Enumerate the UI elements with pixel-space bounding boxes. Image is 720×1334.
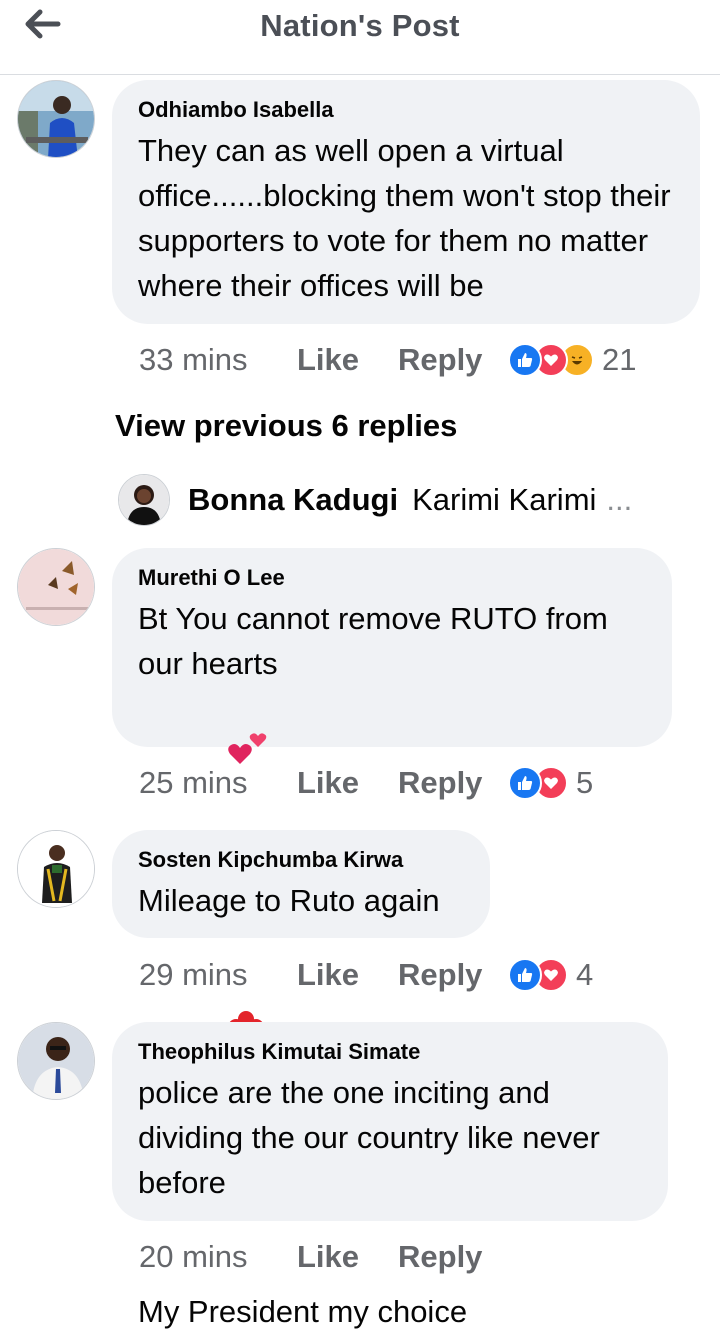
reactions-summary[interactable]: 21 — [508, 342, 636, 378]
page-title: Nation's Post — [260, 8, 460, 43]
reply-button[interactable]: Reply — [398, 957, 508, 993]
comment-author[interactable]: Murethi O Lee — [138, 564, 646, 592]
avatar[interactable] — [17, 830, 95, 908]
comment-bubble: Theophilus Kimutai Simate police are the… — [112, 1022, 668, 1221]
comment-actions: 20 mins Like Reply — [139, 1237, 508, 1277]
reactions-summary[interactable]: 4 — [508, 957, 593, 993]
reaction-count: 21 — [602, 342, 637, 377]
like-reaction-icon — [508, 958, 542, 992]
avatar[interactable] — [17, 1022, 95, 1100]
comment-bubble: Murethi O Lee Bt You cannot remove RUTO … — [112, 548, 672, 1329]
reply-ellipsis: ... — [606, 482, 633, 517]
comment-actions: 25 mins Like Reply 5 — [139, 763, 593, 803]
reactions-summary[interactable]: 5 — [508, 765, 593, 801]
like-reaction-icon — [508, 343, 542, 377]
reply-author: Bonna Kadugi — [188, 482, 399, 517]
avatar[interactable] — [17, 548, 95, 626]
reply-button[interactable]: Reply — [398, 342, 508, 378]
two-hearts-icon — [174, 686, 270, 824]
like-button[interactable]: Like — [297, 1239, 398, 1275]
comment-text: They can as well open a virtual office..… — [138, 133, 680, 303]
comment-text: police are the one inciting and dividing… — [138, 1075, 609, 1200]
comment-bubble: Odhiambo Isabella They can as well open … — [112, 80, 700, 324]
comment-actions: 33 mins Like Reply 21 — [139, 340, 636, 380]
comment-actions: 29 mins Like Reply 4 — [139, 955, 593, 995]
comment-time[interactable]: 29 mins — [139, 957, 297, 993]
comment-time[interactable]: 20 mins — [139, 1239, 297, 1275]
comment-text-segment: our hearts — [138, 646, 278, 681]
comment-bubble: Sosten Kipchumba Kirwa Mileage to Ruto a… — [112, 830, 490, 938]
comment-time[interactable]: 33 mins — [139, 342, 297, 378]
reply-button[interactable]: Reply — [398, 765, 508, 801]
comment-author[interactable]: Theophilus Kimutai Simate — [138, 1038, 642, 1066]
top-bar: Nation's Post — [0, 0, 720, 75]
reply-button[interactable]: Reply — [398, 1239, 508, 1275]
comment-text-line: Bt You cannot remove RUTO from — [138, 601, 608, 636]
reaction-count: 5 — [576, 765, 594, 800]
comment-time[interactable]: 25 mins — [139, 765, 297, 801]
reply-preview[interactable]: Bonna Kadugi Karimi Karimi ... — [118, 474, 632, 526]
comment-text-line: My President my choice — [138, 1294, 468, 1329]
comment-author[interactable]: Sosten Kipchumba Kirwa — [138, 846, 464, 874]
avatar — [118, 474, 170, 526]
reaction-count: 4 — [576, 957, 594, 992]
like-reaction-icon — [508, 766, 542, 800]
view-previous-replies-link[interactable]: View previous 6 replies — [115, 408, 457, 444]
avatar[interactable] — [17, 80, 95, 158]
like-button[interactable]: Like — [297, 957, 398, 993]
reply-text: Karimi Karimi — [412, 482, 597, 517]
like-button[interactable]: Like — [297, 342, 398, 378]
comment-author[interactable]: Odhiambo Isabella — [138, 96, 674, 124]
comment-text: Mileage to Ruto again — [138, 883, 440, 918]
like-button[interactable]: Like — [297, 765, 398, 801]
